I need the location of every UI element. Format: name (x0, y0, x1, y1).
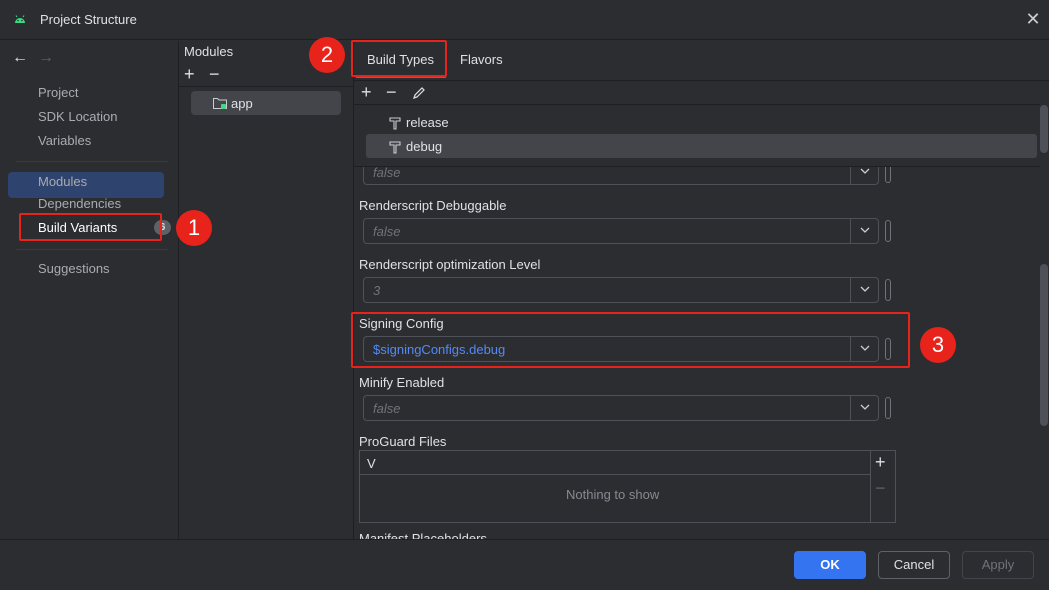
minus-icon[interactable]: − (875, 478, 886, 499)
cancel-button[interactable]: Cancel (878, 551, 950, 579)
property-extra-handle[interactable] (885, 279, 891, 301)
annotation-marker-3: 3 (920, 327, 956, 363)
table-header-divider (360, 474, 870, 475)
arrow-left-icon[interactable]: ← (12, 49, 28, 67)
minify-enabled-combo[interactable]: false (363, 395, 879, 421)
build-type-debug[interactable]: debug (406, 139, 442, 154)
property-extra-handle[interactable] (885, 167, 891, 183)
nav-item-dependencies[interactable]: Dependencies (38, 196, 121, 211)
modules-toolbar-divider (179, 86, 354, 87)
proguard-column-header[interactable]: V (367, 456, 376, 471)
annotation-marker-1: 1 (176, 210, 212, 246)
proguard-files-label: ProGuard Files (359, 434, 447, 449)
tabs-divider (354, 80, 1049, 81)
nav-item-project[interactable]: Project (38, 85, 78, 100)
renderscript-opt-label: Renderscript optimization Level (359, 257, 541, 272)
renderscript-debuggable-combo[interactable]: false (363, 218, 879, 244)
nav-item-variables[interactable]: Variables (38, 133, 91, 148)
renderscript-opt-combo[interactable]: 3 (363, 277, 879, 303)
combo-dropdown-button[interactable] (850, 396, 878, 420)
nav-divider (16, 249, 168, 250)
minus-icon[interactable]: − (386, 82, 397, 103)
module-folder-icon (213, 98, 227, 109)
hammer-icon (389, 141, 401, 154)
build-types-scrollbar[interactable] (1040, 105, 1048, 153)
minus-icon[interactable]: − (209, 64, 220, 85)
combo-value: false (373, 167, 401, 180)
combo-value: false (373, 401, 401, 416)
nav-item-modules[interactable]: Modules (38, 174, 87, 189)
module-label: app (231, 96, 253, 111)
plus-icon[interactable]: + (361, 82, 372, 103)
annotation-marker-2: 2 (309, 37, 345, 73)
modules-pane (179, 41, 354, 539)
nav-item-suggestions[interactable]: Suggestions (38, 261, 110, 276)
ok-button[interactable]: OK (794, 551, 866, 579)
minify-enabled-label: Minify Enabled (359, 375, 445, 390)
combo-dropdown-button[interactable] (850, 219, 878, 243)
combo-value: 3 (373, 283, 381, 298)
nav-item-sdk-location[interactable]: SDK Location (38, 109, 118, 124)
combo-value: false (373, 224, 401, 239)
nav-divider (16, 161, 168, 162)
property-extra-handle[interactable] (885, 397, 891, 419)
combo-dropdown-button[interactable] (850, 167, 878, 184)
table-toolbar-divider (870, 451, 871, 522)
property-extra-handle[interactable] (885, 220, 891, 242)
chevron-down-icon (860, 286, 870, 292)
combo-dropdown-button[interactable] (850, 278, 878, 302)
plus-icon[interactable]: + (184, 64, 195, 85)
arrow-right-icon[interactable]: → (38, 49, 54, 67)
android-logo-icon (15, 15, 25, 23)
title-bar (0, 0, 1049, 40)
property-combo[interactable]: false (363, 167, 879, 185)
pencil-icon[interactable] (412, 86, 426, 100)
annotation-box-build-types-tab (351, 40, 447, 77)
build-type-selection-highlight (366, 134, 1037, 158)
window-title: Project Structure (40, 12, 137, 27)
table-empty-text: Nothing to show (566, 487, 660, 502)
chevron-down-icon (860, 227, 870, 233)
close-icon[interactable]: ✕ (1022, 8, 1044, 30)
annotation-box-build-variants (19, 213, 162, 241)
annotation-box-signing-config (351, 312, 910, 368)
hammer-icon (389, 117, 401, 130)
chevron-down-icon (860, 168, 870, 174)
chevron-down-icon (860, 404, 870, 410)
module-item-app[interactable]: app (191, 91, 341, 115)
renderscript-debuggable-label: Renderscript Debuggable (359, 198, 507, 213)
build-type-release[interactable]: release (406, 115, 449, 130)
modules-header: Modules (184, 44, 234, 59)
tab-flavors[interactable]: Flavors (460, 52, 503, 67)
apply-button[interactable]: Apply (962, 551, 1034, 579)
clipped-property-row: false (354, 167, 1040, 185)
plus-icon[interactable]: + (875, 452, 886, 473)
properties-scrollbar[interactable] (1040, 264, 1048, 426)
